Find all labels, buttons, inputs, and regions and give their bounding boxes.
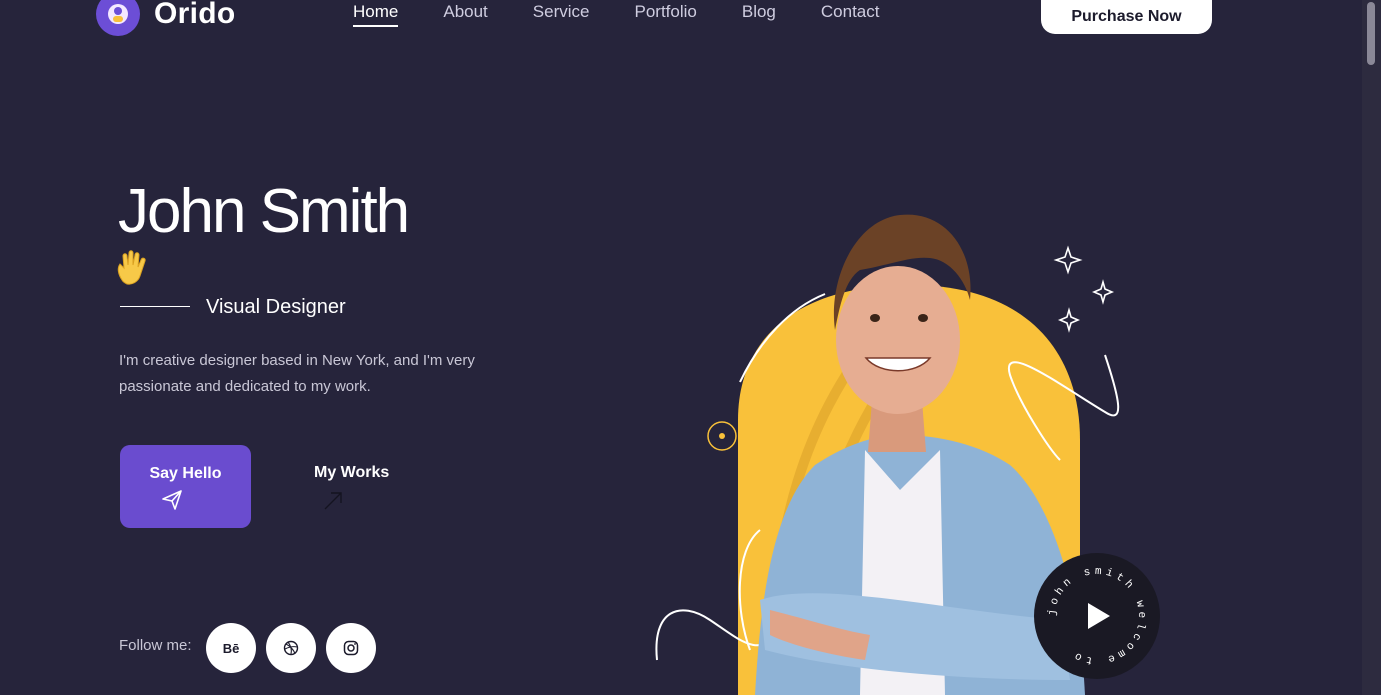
- dribbble-button[interactable]: [266, 623, 316, 673]
- nav-contact[interactable]: Contact: [821, 2, 880, 27]
- arrow-up-right-icon: [324, 492, 342, 510]
- nav-service[interactable]: Service: [533, 2, 590, 27]
- my-works-label: My Works: [314, 464, 390, 481]
- say-hello-button[interactable]: Say Hello: [120, 445, 251, 528]
- dribbble-icon: [283, 640, 299, 656]
- nav-about[interactable]: About: [443, 2, 487, 27]
- follow-label: Follow me:: [119, 637, 192, 654]
- nav-home[interactable]: Home: [353, 2, 399, 27]
- paper-plane-icon: [161, 490, 182, 510]
- hero-name: John Smith: [118, 177, 410, 246]
- my-works-link[interactable]: My Works: [314, 464, 390, 510]
- play-video-button[interactable]: john smith welcome to: [1034, 553, 1160, 679]
- purchase-now-button[interactable]: Purchase Now: [1041, 0, 1212, 34]
- nav-blog[interactable]: Blog: [742, 2, 776, 27]
- role-divider: [120, 306, 190, 307]
- brand-name: Orido: [154, 0, 236, 30]
- nav-portfolio[interactable]: Portfolio: [634, 2, 696, 27]
- scrollbar-thumb[interactable]: [1367, 2, 1375, 65]
- behance-button[interactable]: Bē: [206, 623, 256, 673]
- instagram-icon: [343, 640, 359, 656]
- hero-bio: I'm creative designer based in New York,…: [119, 352, 475, 395]
- logo-mark-icon: [96, 0, 140, 36]
- say-hello-label: Say Hello: [149, 465, 222, 482]
- page-scrollbar[interactable]: [1362, 0, 1381, 695]
- role-title: Visual Designer: [206, 296, 346, 318]
- waving-hand-icon: [117, 250, 146, 285]
- brand-logo[interactable]: Orido: [96, 0, 236, 36]
- play-icon: [1088, 603, 1110, 629]
- instagram-button[interactable]: [326, 623, 376, 673]
- behance-icon: Bē: [222, 640, 240, 656]
- main-nav: Home About Service Portfolio Blog Contac…: [353, 2, 879, 27]
